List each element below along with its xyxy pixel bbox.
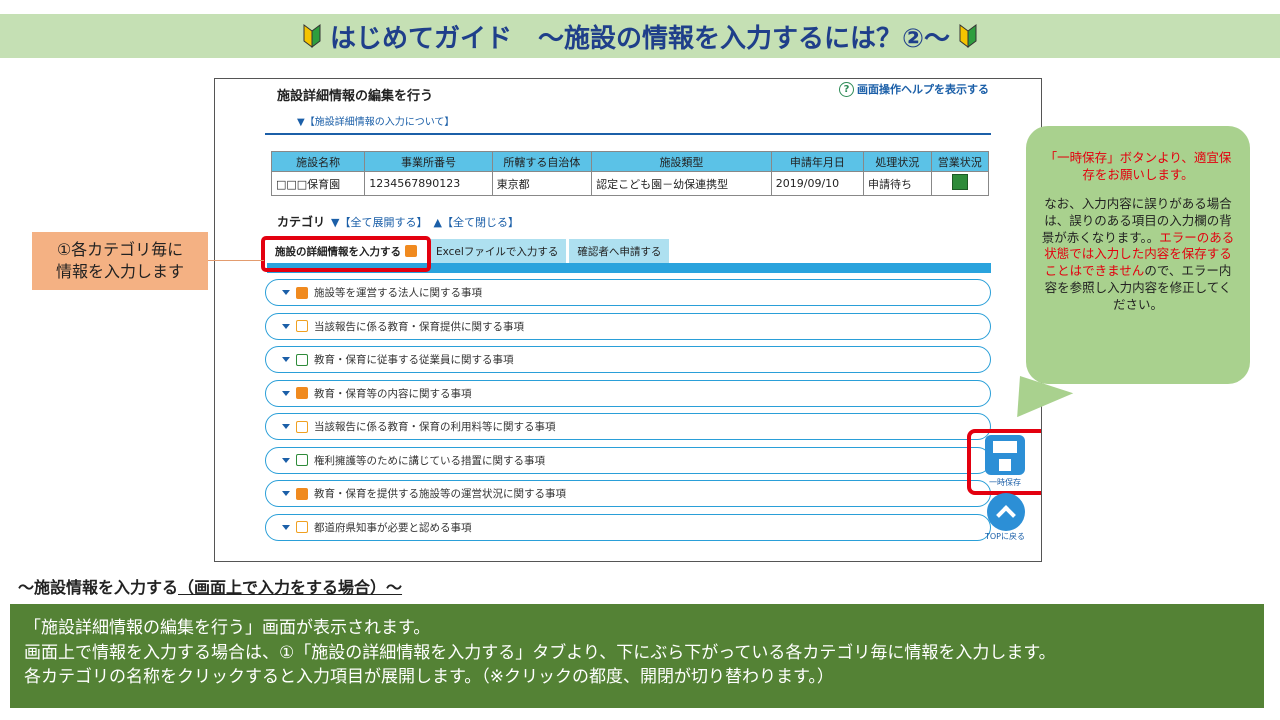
error-icon bbox=[296, 286, 308, 299]
category-item-label: 教育・保育に従事する従業員に関する事項 bbox=[314, 354, 514, 366]
table-header-row: 施設名称 事業所番号 所轄する自治体 施設類型 申請年月日 処理状況 営業状況 bbox=[270, 151, 990, 172]
table-cell: □□□保育園 bbox=[270, 171, 366, 196]
back-to-top-label: TOPに戻る bbox=[985, 532, 1026, 541]
explanation-line: 画面上で情報を入力する場合は、①「施設の詳細情報を入力する」タブより、下にぶら下… bbox=[24, 642, 1056, 663]
category-item[interactable]: 都道府県知事が必要と認める事項 bbox=[265, 513, 991, 541]
category-item[interactable]: 教育・保育等の内容に関する事項 bbox=[265, 379, 991, 407]
table-header: 申請年月日 bbox=[770, 151, 865, 172]
table-header: 事業所番号 bbox=[364, 151, 493, 172]
table-header: 営業状況 bbox=[930, 151, 990, 172]
save-highlight-box bbox=[967, 429, 1041, 495]
category-controls: カテゴリ ▼【全て展開する】 ▲【全て閉じる】 bbox=[277, 213, 519, 230]
guide-title-bar: はじめてガイド ～施設の情報を入力するには？②～ bbox=[0, 14, 1280, 58]
beginner-mark-icon bbox=[303, 24, 321, 48]
beginner-mark-icon bbox=[959, 24, 977, 48]
chevron-down-icon bbox=[282, 290, 290, 295]
table-cell bbox=[930, 171, 990, 196]
check-icon bbox=[296, 454, 308, 466]
chevron-down-icon bbox=[282, 524, 290, 530]
header-divider bbox=[265, 133, 991, 135]
category-item-label: 施設等を運営する法人に関する事項 bbox=[314, 287, 482, 299]
tab-label: Excelファイルで入力する bbox=[436, 245, 559, 258]
step-callout: ①各カテゴリ毎に 情報を入力します bbox=[32, 232, 208, 290]
category-item-label: 権利擁護等のために講じている措置に関する事項 bbox=[314, 454, 545, 467]
error-icon bbox=[296, 487, 308, 500]
category-item[interactable]: 当該報告に係る教育・保育の利用料等に関する事項 bbox=[265, 413, 991, 440]
tab-excel-input[interactable]: Excelファイルで入力する bbox=[428, 239, 567, 263]
tab-submit-to-reviewer[interactable]: 確認者へ申請する bbox=[569, 239, 670, 263]
category-item-label: 教育・保育を提供する施設等の運営状況に関する事項 bbox=[314, 488, 566, 500]
warning-icon bbox=[296, 521, 308, 533]
chevron-down-icon bbox=[282, 457, 290, 463]
back-to-top-button[interactable] bbox=[987, 493, 1025, 531]
category-item[interactable]: 教育・保育に従事する従業員に関する事項 bbox=[265, 346, 991, 373]
help-link-label: 画面操作ヘルプを表示する bbox=[857, 83, 989, 96]
expand-all-link[interactable]: ▼【全て展開する】 bbox=[331, 214, 427, 230]
error-icon bbox=[296, 387, 308, 399]
warning-icon bbox=[296, 420, 308, 433]
table-cell: 東京都 bbox=[491, 171, 593, 196]
category-list: 施設等を運営する法人に関する事項 当該報告に係る教育・保育提供に関する事項 教育… bbox=[265, 279, 991, 547]
bubble-error-note: なお、入力内容に誤りがある場合は、誤りのある項目の入力欄の背景が赤くなります。。… bbox=[1041, 195, 1235, 312]
category-item[interactable]: 当該報告に係る教育・保育提供に関する事項 bbox=[265, 312, 991, 340]
table-cell: 1234567890123 bbox=[364, 171, 493, 196]
category-item-label: 当該報告に係る教育・保育の利用料等に関する事項 bbox=[314, 421, 556, 433]
section-title: ～施設情報を入力する（画面上で入力をする場合）～ bbox=[18, 578, 403, 597]
category-item[interactable]: 施設等を運営する法人に関する事項 bbox=[265, 279, 991, 306]
explanation-box: 「施設詳細情報の編集を行う」画面が表示されます。 画面上で情報を入力する場合は、… bbox=[10, 604, 1264, 708]
category-item[interactable]: 教育・保育を提供する施設等の運営状況に関する事項 bbox=[265, 480, 991, 507]
screenshot-frame: 施設詳細情報の編集を行う ? 画面操作ヘルプを表示する ▼【施設詳細情報の入力に… bbox=[214, 78, 1042, 562]
category-item-label: 教育・保育等の内容に関する事項 bbox=[314, 387, 472, 400]
table-header: 施設類型 bbox=[591, 151, 772, 172]
callout-connector bbox=[208, 260, 264, 261]
bubble-save-note: 「一時保存」ボタンより、適宜保存をお願いします。 bbox=[1044, 150, 1232, 182]
help-icon: ? bbox=[839, 81, 854, 97]
table-header: 処理状況 bbox=[863, 151, 932, 172]
page-title: 施設詳細情報の編集を行う bbox=[277, 89, 434, 104]
explanation-line: 各カテゴリの名称をクリックすると入力項目が展開します。（※クリックの都度、開閉が… bbox=[24, 667, 834, 688]
table-header: 所轄する自治体 bbox=[491, 151, 593, 172]
chevron-down-icon bbox=[282, 491, 290, 496]
table-cell: 認定こども園－幼保連携型 bbox=[591, 171, 772, 196]
table-cell: 2019/09/10 bbox=[770, 171, 865, 196]
facility-table: 施設名称 事業所番号 所轄する自治体 施設類型 申請年月日 処理状況 営業状況 … bbox=[270, 151, 990, 196]
guide-title: はじめてガイド ～施設の情報を入力するには？②～ bbox=[329, 23, 950, 54]
help-link[interactable]: ? 画面操作ヘルプを表示する bbox=[839, 81, 989, 97]
check-icon bbox=[296, 353, 308, 366]
chevron-down-icon bbox=[282, 424, 290, 429]
chevron-down-icon bbox=[282, 390, 290, 396]
tab-highlight-box bbox=[261, 236, 431, 272]
save-note-bubble: 「一時保存」ボタンより、適宜保存をお願いします。 なお、入力内容に誤りがある場合… bbox=[1026, 126, 1250, 384]
tab-label: 確認者へ申請する bbox=[577, 245, 662, 258]
chevron-down-icon bbox=[282, 357, 290, 362]
collapse-all-link[interactable]: ▲【全て閉じる】 bbox=[433, 214, 518, 230]
category-item-label: 当該報告に係る教育・保育提供に関する事項 bbox=[314, 320, 524, 333]
category-label: カテゴリ bbox=[277, 215, 326, 229]
table-row: □□□保育園 1234567890123 東京都 認定こども園－幼保連携型 20… bbox=[270, 171, 990, 196]
explanation-line: 「施設詳細情報の編集を行う」画面が表示されます。 bbox=[24, 618, 431, 638]
category-item[interactable]: 権利擁護等のために講じている措置に関する事項 bbox=[265, 446, 991, 474]
about-input-link[interactable]: ▼【施設詳細情報の入力について】 bbox=[297, 113, 454, 128]
business-status-icon bbox=[951, 174, 968, 190]
table-header: 施設名称 bbox=[270, 151, 366, 172]
warning-icon bbox=[296, 320, 308, 332]
category-item-label: 都道府県知事が必要と認める事項 bbox=[314, 521, 472, 534]
chevron-up-icon bbox=[996, 505, 1016, 525]
chevron-down-icon bbox=[282, 323, 290, 329]
table-cell: 申請待ち bbox=[863, 171, 932, 196]
